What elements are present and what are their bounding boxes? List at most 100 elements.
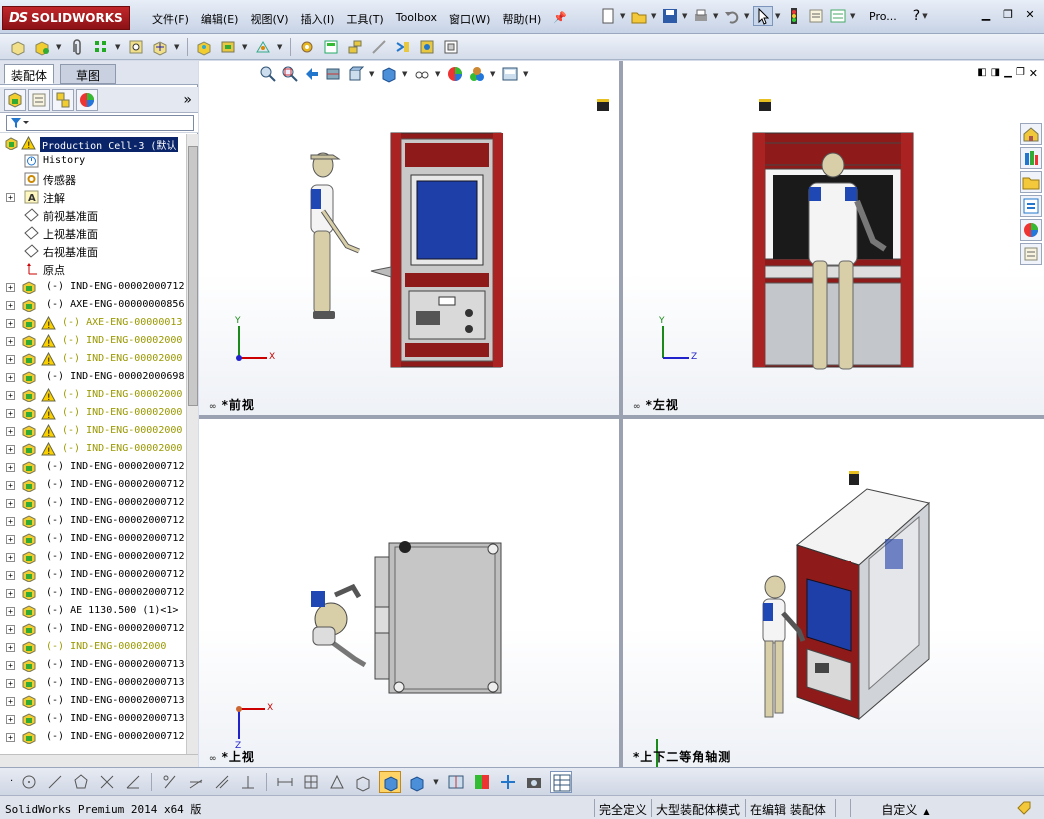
- move-axis-icon[interactable]: [498, 772, 518, 792]
- expand-toggle[interactable]: +: [6, 625, 15, 634]
- menu-toolbox[interactable]: Toolbox: [390, 9, 443, 27]
- expand-toggle[interactable]: +: [6, 337, 15, 346]
- show-hidden-button[interactable]: [194, 37, 214, 57]
- viewport-left[interactable]: ◧ ◨ ▁ ❐ ✕ Y Z ∞ *左视: [623, 61, 1044, 415]
- expand-toggle[interactable]: +: [6, 643, 15, 652]
- mate-button[interactable]: [67, 37, 87, 57]
- clearance-verification-button[interactable]: [417, 37, 437, 57]
- angle-icon[interactable]: [123, 772, 143, 792]
- offset-icon[interactable]: [212, 772, 232, 792]
- expand-toggle[interactable]: +: [6, 463, 15, 472]
- expand-toggle[interactable]: +: [6, 409, 15, 418]
- expand-toggle[interactable]: +: [6, 697, 15, 706]
- new-motion-study-button[interactable]: [297, 37, 317, 57]
- expand-toggle[interactable]: +: [6, 355, 15, 364]
- tree-component-row[interactable]: + (-) IND-ENG-00002000713: [0, 692, 186, 710]
- tree-component-row[interactable]: +! (-) IND-ENG-00002000: [0, 404, 186, 422]
- dimension-icon[interactable]: [275, 772, 295, 792]
- viewport-isometric[interactable]: *上下二等角轴测: [623, 419, 1044, 767]
- new-document-button[interactable]: [598, 6, 618, 26]
- tree-right-plane[interactable]: 右视基准面: [0, 242, 186, 260]
- help-icon[interactable]: ?: [913, 8, 920, 24]
- tree-component-row[interactable]: +! (-) AXE-ENG-00000013: [0, 314, 186, 332]
- status-units[interactable]: 自定义 ▲: [850, 799, 960, 817]
- tree-component-row[interactable]: + (-) IND-ENG-00002000698: [0, 368, 186, 386]
- tree-top-plane[interactable]: 上视基准面: [0, 224, 186, 242]
- solidworks-logo[interactable]: DS SOLIDWORKS: [2, 6, 130, 30]
- expand-toggle[interactable]: +: [6, 481, 15, 490]
- point-icon[interactable]: ·: [10, 776, 13, 787]
- expand-toggle[interactable]: +: [6, 679, 15, 688]
- restore-icon[interactable]: ❐: [1000, 8, 1016, 22]
- intersection-icon[interactable]: [97, 772, 117, 792]
- tree-component-row[interactable]: + (-) IND-ENG-00002000713: [0, 674, 186, 692]
- expand-toggle[interactable]: +: [6, 391, 15, 400]
- tree-component-row[interactable]: + (-) IND-ENG-00002000712: [0, 476, 186, 494]
- tree-component-row[interactable]: + (-) AXE-ENG-00000000856: [0, 296, 186, 314]
- print-button[interactable]: [691, 6, 711, 26]
- minimize-icon[interactable]: ▁: [978, 8, 994, 22]
- tree-front-plane[interactable]: 前视基准面: [0, 206, 186, 224]
- expand-toggle[interactable]: +: [6, 499, 15, 508]
- expand-toggle[interactable]: +: [6, 319, 15, 328]
- interference-detection-button[interactable]: [393, 37, 413, 57]
- tree-component-row[interactable]: + (-) IND-ENG-00002000712: [0, 458, 186, 476]
- tree-component-row[interactable]: + (-) IND-ENG-00002000712: [0, 584, 186, 602]
- expand-toggle[interactable]: +: [6, 373, 15, 382]
- tree-annotations[interactable]: + A 注解: [0, 188, 186, 206]
- expand-toggle[interactable]: +: [6, 607, 15, 616]
- rebuild-button[interactable]: [784, 6, 804, 26]
- tree-filter-input[interactable]: [6, 115, 194, 131]
- tree-component-row[interactable]: + (-) IND-ENG-00002000713: [0, 656, 186, 674]
- tree-component-row[interactable]: + (-) IND-ENG-00002000712: [0, 530, 186, 548]
- hole-alignment-button[interactable]: [441, 37, 461, 57]
- expand-toggle[interactable]: +: [6, 445, 15, 454]
- tree-component-row[interactable]: +! (-) IND-ENG-00002000: [0, 386, 186, 404]
- tree-component-row[interactable]: +! (-) IND-ENG-00002000: [0, 422, 186, 440]
- viewport-front[interactable]: ▼ ▼ ▼ ▼ ▼ Y X ∞ *前视: [199, 61, 619, 415]
- tree-component-row[interactable]: + (-) IND-ENG-00002000: [0, 638, 186, 656]
- triangle-icon[interactable]: [327, 772, 347, 792]
- property-manager-tab[interactable]: [28, 88, 50, 111]
- options-button[interactable]: [828, 6, 848, 26]
- tree-component-row[interactable]: + (-) IND-ENG-00002000712: [0, 548, 186, 566]
- tree-component-row[interactable]: + (-) IND-ENG-00002000712: [0, 278, 186, 296]
- expand-toggle[interactable]: +: [6, 715, 15, 724]
- appearances-tab[interactable]: [1020, 219, 1042, 241]
- tree-component-row[interactable]: + (-) IND-ENG-00002000712: [0, 494, 186, 512]
- tree-root[interactable]: ! Production Cell-3 (默认: [0, 134, 186, 152]
- exploded-view-button[interactable]: [345, 37, 365, 57]
- tree-vertical-scrollbar[interactable]: [186, 134, 198, 754]
- design-library-tab[interactable]: [1020, 147, 1042, 169]
- color-cube-icon[interactable]: [472, 772, 492, 792]
- display-manager-tab[interactable]: [76, 88, 98, 111]
- new-part-button[interactable]: [32, 37, 52, 57]
- expand-toggle[interactable]: +: [6, 427, 15, 436]
- tree-component-row[interactable]: + (-) AE 1130.500 (1)<1>: [0, 602, 186, 620]
- menu-file[interactable]: 文件(F): [146, 9, 195, 27]
- select-button[interactable]: [753, 6, 773, 26]
- tree-component-row[interactable]: +! (-) IND-ENG-00002000: [0, 332, 186, 350]
- explode-line-sketch-button[interactable]: [369, 37, 389, 57]
- tab-assembly[interactable]: 装配体: [4, 64, 55, 84]
- move-component-button[interactable]: [150, 37, 170, 57]
- expand-toggle[interactable]: +: [6, 193, 15, 202]
- custom-properties-tab[interactable]: [1020, 243, 1042, 265]
- expand-toggle[interactable]: +: [6, 733, 15, 742]
- tag-icon[interactable]: [1016, 800, 1032, 819]
- tree-horizontal-scrollbar[interactable]: [0, 754, 198, 767]
- menu-tools[interactable]: 工具(T): [340, 9, 389, 27]
- shaded-box-icon[interactable]: [379, 770, 402, 793]
- display-style-menu-icon[interactable]: [407, 772, 427, 792]
- file-properties-button[interactable]: [806, 6, 826, 26]
- pin-icon[interactable]: 📌: [547, 9, 573, 27]
- undo-button[interactable]: [722, 6, 742, 26]
- viewport-top[interactable]: X Z ∞ *上视: [199, 419, 619, 767]
- expand-toggle[interactable]: +: [6, 517, 15, 526]
- expand-toggle[interactable]: +: [6, 589, 15, 598]
- configuration-manager-tab[interactable]: [52, 88, 74, 111]
- status-large-assembly-mode[interactable]: 大型装配体模式: [651, 799, 744, 817]
- trim-icon[interactable]: [160, 772, 180, 792]
- file-explorer-tab[interactable]: [1020, 171, 1042, 193]
- expand-panel-icon[interactable]: »: [183, 92, 192, 108]
